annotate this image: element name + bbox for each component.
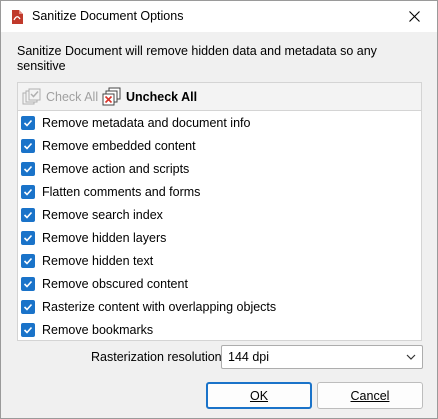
option-checkbox[interactable]: [21, 277, 35, 291]
option-item[interactable]: Remove hidden layers: [21, 228, 166, 248]
dialog-window: Sanitize Document Options Sanitize Docum…: [0, 0, 438, 419]
checkmark-icon: [23, 303, 33, 311]
checkmark-icon: [23, 257, 33, 265]
rasterization-resolution-select[interactable]: 144 dpi: [221, 345, 423, 369]
option-checkbox[interactable]: [21, 254, 35, 268]
checkmark-icon: [23, 280, 33, 288]
option-label: Remove metadata and document info: [42, 116, 251, 130]
checkmark-icon: [23, 119, 33, 127]
rasterization-resolution-value: 144 dpi: [228, 350, 270, 364]
option-label: Remove obscured content: [42, 277, 188, 291]
uncheck-all-label: Uncheck All: [126, 90, 198, 104]
uncheck-all-icon: [102, 87, 121, 106]
option-label: Remove hidden layers: [42, 231, 167, 245]
checkmark-icon: [23, 234, 33, 242]
option-checkbox[interactable]: [21, 162, 35, 176]
ok-button[interactable]: OK: [206, 382, 312, 409]
option-label: Remove hidden text: [42, 254, 154, 268]
option-item[interactable]: Remove obscured content: [21, 274, 188, 294]
option-checkbox[interactable]: [21, 208, 35, 222]
cancel-button[interactable]: Cancel: [317, 382, 423, 409]
option-label: Remove bookmarks: [42, 323, 154, 337]
option-item[interactable]: Rasterize content with overlapping objec…: [21, 297, 276, 317]
check-all-icon: [22, 88, 41, 105]
option-label: Remove embedded content: [42, 139, 196, 153]
sanitize-options-list: Remove metadata and document info Remove …: [17, 110, 422, 341]
option-item[interactable]: Remove metadata and document info: [21, 113, 250, 133]
cancel-button-label: Cancel: [350, 388, 390, 403]
close-icon: [408, 11, 420, 22]
uncheck-all-button[interactable]: Uncheck All: [102, 86, 197, 108]
check-all-label: Check All: [46, 90, 99, 104]
pdf-app-icon: [9, 9, 25, 25]
option-label: Remove search index: [42, 208, 163, 222]
option-checkbox[interactable]: [21, 231, 35, 245]
option-checkbox[interactable]: [21, 323, 35, 337]
title-bar: Sanitize Document Options: [1, 1, 437, 32]
checkmark-icon: [23, 142, 33, 150]
check-all-button[interactable]: Check All: [22, 86, 98, 108]
option-item[interactable]: Flatten comments and forms: [21, 182, 200, 202]
option-item[interactable]: Remove action and scripts: [21, 159, 189, 179]
description-text: Sanitize Document will remove hidden dat…: [17, 44, 412, 75]
rasterization-resolution-label: Rasterization resolution:: [91, 350, 226, 364]
checkmark-icon: [23, 211, 33, 219]
checkmark-icon: [23, 326, 33, 334]
option-item[interactable]: Remove bookmarks: [21, 320, 153, 340]
chevron-down-icon: [406, 354, 416, 360]
checkmark-icon: [23, 188, 33, 196]
list-toolbar: Check All Uncheck All: [17, 82, 422, 110]
option-checkbox[interactable]: [21, 185, 35, 199]
option-label: Rasterize content with overlapping objec…: [42, 300, 277, 314]
option-item[interactable]: Remove embedded content: [21, 136, 196, 156]
option-label: Remove action and scripts: [42, 162, 190, 176]
dialog-title: Sanitize Document Options: [32, 9, 184, 23]
ok-button-label: OK: [249, 388, 269, 403]
close-button[interactable]: [391, 1, 437, 32]
checkmark-icon: [23, 165, 33, 173]
option-checkbox[interactable]: [21, 116, 35, 130]
option-checkbox[interactable]: [21, 139, 35, 153]
option-item[interactable]: Remove hidden text: [21, 251, 153, 271]
option-item[interactable]: Remove search index: [21, 205, 163, 225]
option-checkbox[interactable]: [21, 300, 35, 314]
option-label: Flatten comments and forms: [42, 185, 201, 199]
